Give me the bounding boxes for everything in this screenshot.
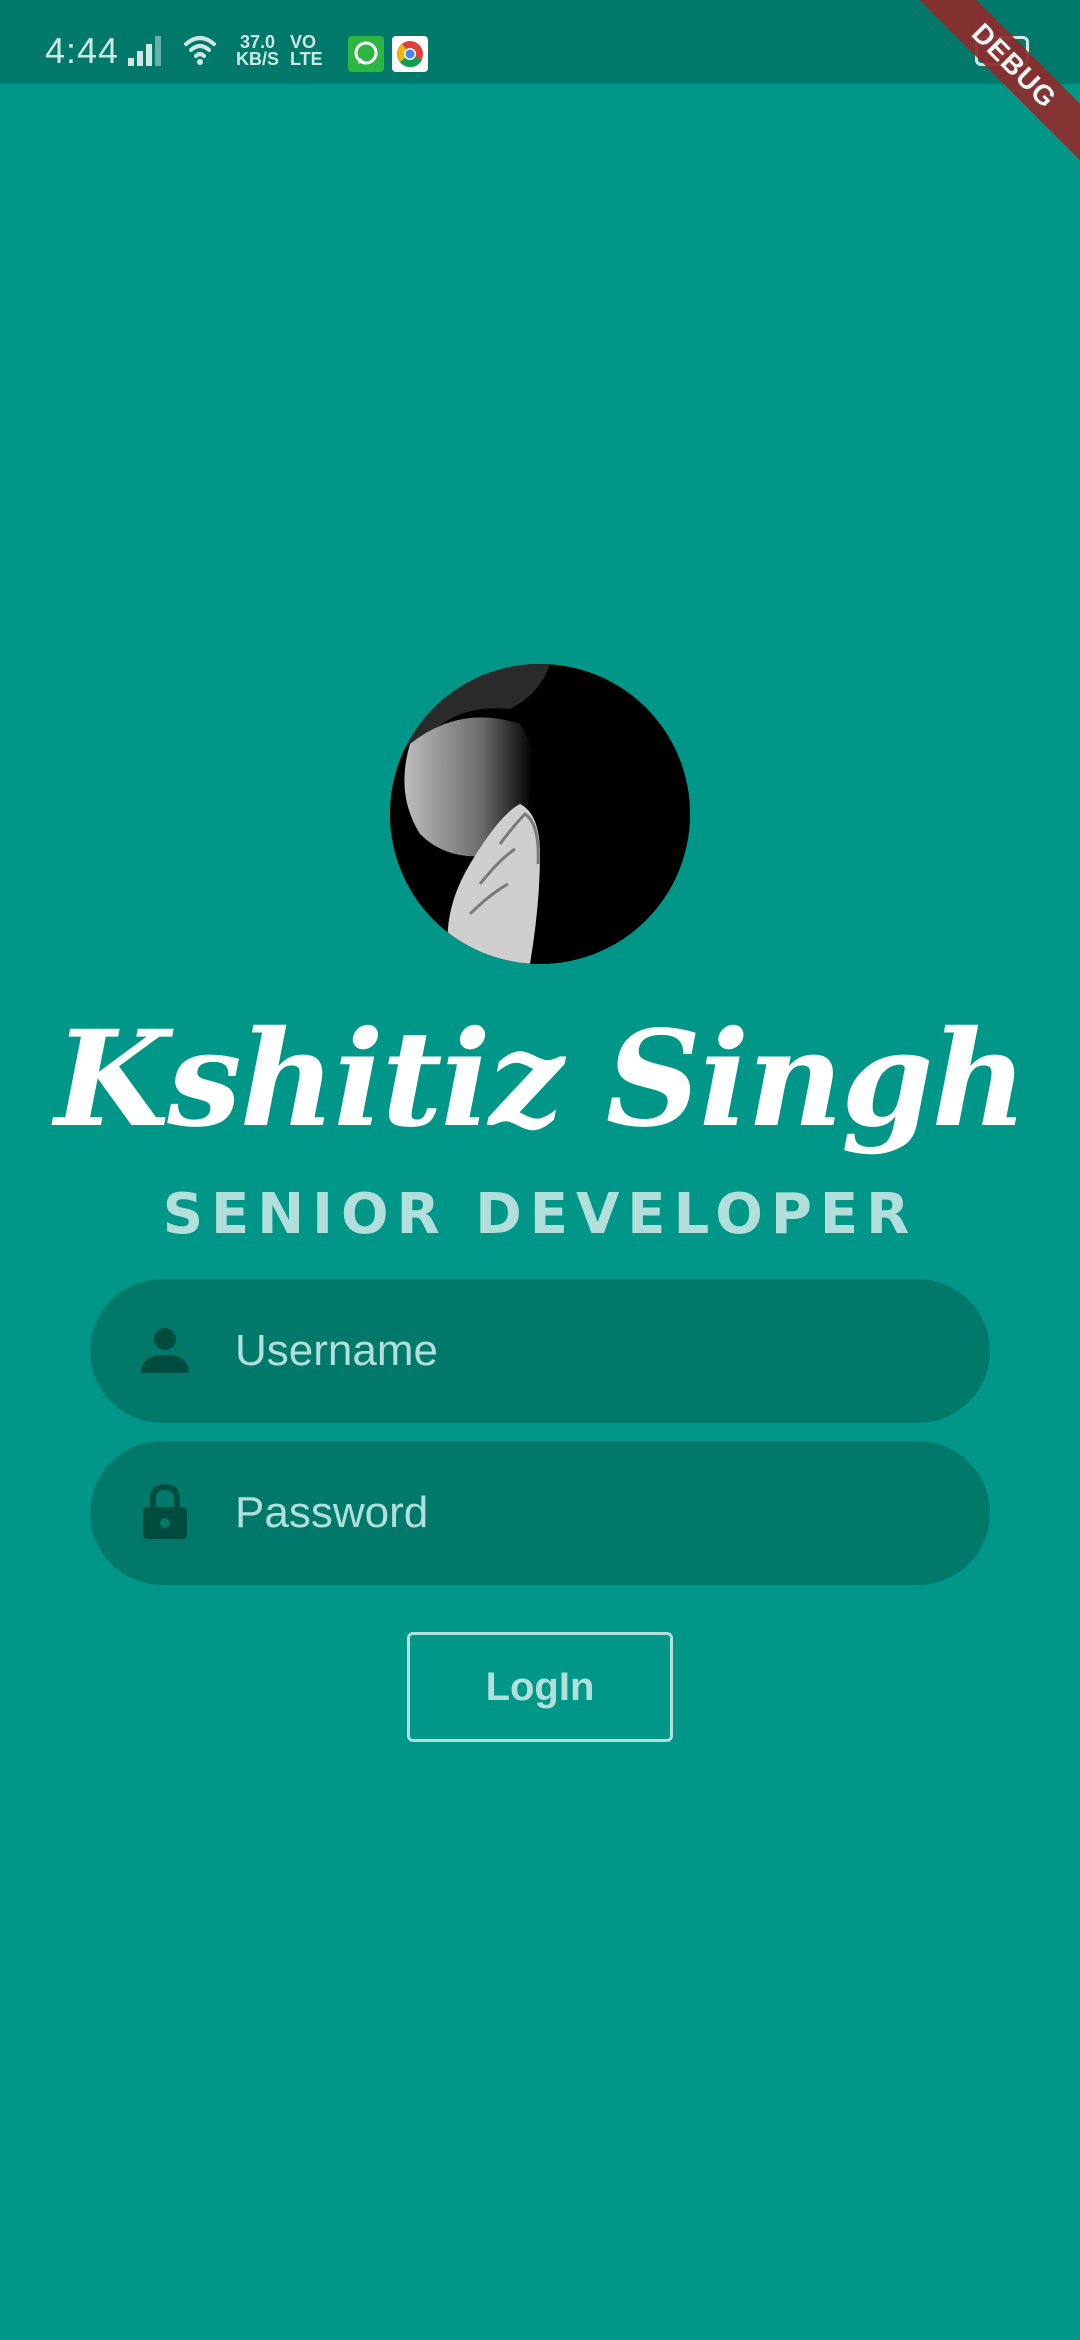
profile-title: SENIOR DEVELOPER	[162, 1182, 918, 1247]
network-speed: 37.0 KB/S	[236, 33, 280, 69]
volte-bottom: LTE	[290, 49, 323, 69]
whatsapp-icon	[348, 36, 384, 72]
status-time: 4:44	[45, 30, 120, 71]
chrome-icon	[392, 36, 428, 72]
profile-avatar	[390, 664, 690, 964]
profile-name: Kshitiz Singh	[54, 1002, 1028, 1157]
login-button[interactable]: LogIn	[407, 1632, 673, 1742]
lock-icon	[143, 1483, 187, 1539]
person-icon	[141, 1328, 189, 1373]
username-placeholder: Username	[235, 1326, 438, 1375]
login-screen: 4:44 37.0 KB/S VO LTE DEBUG Kshitiz Sing…	[0, 0, 1080, 2340]
volte-indicator: VO LTE	[290, 33, 323, 69]
password-placeholder: Password	[235, 1488, 429, 1537]
signal-icon	[128, 36, 161, 66]
net-speed-unit: KB/S	[236, 49, 280, 69]
wifi-icon	[184, 36, 216, 58]
signal-wifi-icons	[128, 36, 216, 66]
username-field[interactable]: Username	[90, 1279, 990, 1423]
password-field[interactable]: Password	[90, 1441, 990, 1585]
status-bar: 4:44 37.0 KB/S VO LTE	[0, 0, 1080, 84]
